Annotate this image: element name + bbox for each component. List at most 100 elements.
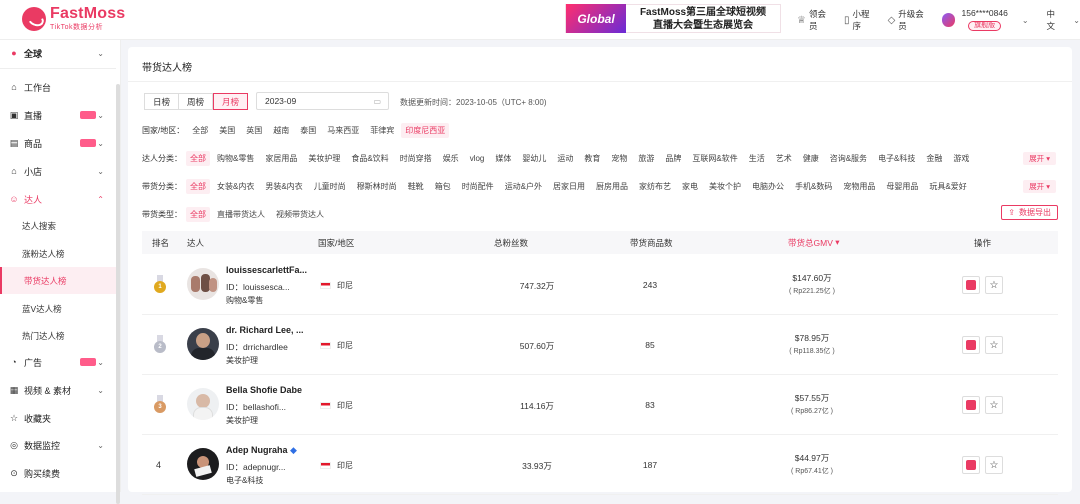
goods-category-option[interactable]: 运动&户外 [501, 179, 546, 194]
goods-category-option[interactable]: 时尚配件 [458, 179, 498, 194]
influencer-category-option[interactable]: 咨询&服务 [826, 151, 871, 166]
goods-category-option[interactable]: 家纺布艺 [635, 179, 675, 194]
influencer-category-option[interactable]: 游戏 [949, 151, 973, 166]
goods-category-option[interactable]: 女装&内衣 [213, 179, 258, 194]
vip-link[interactable]: ♕ 领会员 [797, 8, 834, 32]
col-goods[interactable]: 带货商品数 [630, 231, 673, 254]
logo[interactable]: FastMoss TikTok数据分析 [22, 6, 125, 31]
influencer-category-option[interactable]: 健康 [799, 151, 823, 166]
goods-category-option[interactable]: 家电 [678, 179, 702, 194]
tab-weekly[interactable]: 周榜 [179, 93, 214, 110]
sidebar-sub-search[interactable]: 达人搜索 [0, 212, 116, 239]
mini-program-link[interactable]: ▯ 小程序 [844, 8, 878, 32]
sidebar-item-shop[interactable]: ⌂ 小店 ⌄ [0, 158, 116, 184]
influencer-category-option[interactable]: 旅游 [634, 151, 658, 166]
goods-category-option[interactable]: 电脑办公 [748, 179, 788, 194]
region-option[interactable]: 英国 [242, 123, 266, 138]
goods-category-option[interactable]: 鞋靴 [404, 179, 428, 194]
favorite-button[interactable]: ☆ [985, 276, 1003, 294]
influencer-category-option[interactable]: 时尚穿搭 [396, 151, 436, 166]
goods-category-option[interactable]: 厨房用品 [592, 179, 632, 194]
table-row[interactable]: 4 Adep Nugraha ◆ ID：adepnugr... 电子&科技 印尼… [142, 435, 1058, 495]
sidebar-item-goods[interactable]: ▤ 商品 ⌄ [0, 130, 116, 156]
avatar[interactable] [187, 268, 219, 300]
sidebar-item-ads[interactable]: ◔ 广告 ⌄ [0, 349, 116, 375]
sales-type-option-selected[interactable]: 全部 [186, 207, 210, 222]
month-picker[interactable]: 2023-09 ▭ [256, 92, 389, 110]
contact-button[interactable] [962, 276, 980, 294]
avatar[interactable] [187, 328, 219, 360]
goods-category-option[interactable]: 母婴用品 [882, 179, 922, 194]
influencer-category-option[interactable]: 购物&零售 [213, 151, 258, 166]
language-select[interactable]: 中文 [1047, 8, 1064, 32]
col-gmv[interactable]: 带货总GMV ▾ [788, 231, 840, 254]
contact-button[interactable] [962, 456, 980, 474]
user-chevron-down-icon[interactable]: ⌄ [1022, 16, 1029, 25]
influencer-category-option[interactable]: 娱乐 [439, 151, 463, 166]
influencer-name[interactable]: Bella Shofie Dabe [226, 385, 302, 395]
tab-monthly[interactable]: 月榜 [213, 93, 249, 110]
influencer-category-option-selected[interactable]: 全部 [186, 151, 210, 166]
sidebar-item-workbench[interactable]: ⌂ 工作台 [0, 74, 116, 100]
goods-category-option[interactable]: 男装&内衣 [261, 179, 306, 194]
influencer-category-option[interactable]: 金融 [922, 151, 946, 166]
influencer-category-option[interactable]: 家居用品 [261, 151, 301, 166]
goods-category-option[interactable]: 儿童时尚 [310, 179, 350, 194]
contact-button[interactable] [962, 396, 980, 414]
language-chevron-down-icon[interactable]: ⌄ [1073, 16, 1080, 25]
influencer-category-option[interactable]: 生活 [745, 151, 769, 166]
sidebar-item-live[interactable]: ▣ 直播 ⌄ [0, 102, 116, 128]
user-avatar[interactable] [941, 13, 956, 27]
goods-category-option[interactable]: 玩具&爱好 [925, 179, 970, 194]
goods-category-option[interactable]: 宠物用品 [839, 179, 879, 194]
sidebar-region-select[interactable]: ● 全球 ⌄ [0, 40, 116, 66]
favorite-button[interactable]: ☆ [985, 456, 1003, 474]
region-option[interactable]: 泰国 [296, 123, 320, 138]
goods-category-option[interactable]: 箱包 [431, 179, 455, 194]
goods-category-option[interactable]: 美妆个护 [705, 179, 745, 194]
expand-influencer-button[interactable]: 展开 ▾ [1023, 152, 1056, 165]
sidebar-item-purchase[interactable]: ⊙ 购买续费 [0, 460, 116, 486]
export-button[interactable]: ⇪ 数据导出 [1001, 205, 1058, 220]
influencer-category-option[interactable]: 运动 [553, 151, 577, 166]
sidebar-sub-sales-rank[interactable]: 带货达人榜 [0, 267, 116, 294]
tab-daily[interactable]: 日榜 [144, 93, 180, 110]
sidebar-sub-bluev[interactable]: 蓝V达人榜 [0, 295, 116, 322]
favorite-button[interactable]: ☆ [985, 396, 1003, 414]
col-fans[interactable]: 总粉丝数 [494, 231, 528, 254]
upgrade-link[interactable]: ◇ 升级会员 [888, 8, 932, 32]
goods-category-option[interactable]: 穆斯林时尚 [353, 179, 401, 194]
sidebar-item-monitor[interactable]: ◎ 数据监控 ⌄ [0, 432, 116, 458]
influencer-category-option[interactable]: 互联网&软件 [688, 151, 741, 166]
table-row[interactable]: 3 Bella Shofie Dabe ID：bellashofi... 美妆护… [142, 375, 1058, 435]
expand-goods-button[interactable]: 展开 ▾ [1023, 180, 1056, 193]
influencer-category-option[interactable]: 美妆护理 [304, 151, 344, 166]
avatar[interactable] [187, 388, 219, 420]
region-option-selected[interactable]: 印度尼西亚 [401, 123, 450, 138]
region-option[interactable]: 马来西亚 [323, 123, 363, 138]
influencer-category-option[interactable]: 婴幼儿 [518, 151, 550, 166]
influencer-category-option[interactable]: 艺术 [772, 151, 796, 166]
table-row[interactable]: 1 louissescarlettFa... ID：louissesca... … [142, 255, 1058, 315]
influencer-name[interactable]: dr. Richard Lee, ... [226, 325, 304, 335]
region-option[interactable]: 美国 [215, 123, 239, 138]
goods-category-option[interactable]: 手机&数码 [791, 179, 836, 194]
influencer-name[interactable]: Adep Nugraha ◆ [226, 445, 297, 456]
goods-category-option-selected[interactable]: 全部 [186, 179, 210, 194]
avatar[interactable] [187, 448, 219, 480]
influencer-category-option[interactable]: 宠物 [607, 151, 631, 166]
sidebar-item-video[interactable]: ▦ 视频 & 素材 ⌄ [0, 377, 116, 403]
favorite-button[interactable]: ☆ [985, 336, 1003, 354]
sidebar-scrollbar[interactable] [116, 84, 120, 504]
user-info[interactable]: 156****0846 旗舰版 [961, 9, 1008, 31]
influencer-name[interactable]: louissescarlettFa... [226, 265, 307, 275]
region-option[interactable]: 菲律宾 [366, 123, 398, 138]
promo-banner[interactable]: Global FastMoss第三届全球短视频 直播大会暨生态展览会 [565, 4, 781, 33]
sales-type-option[interactable]: 视频带货达人 [272, 207, 328, 222]
influencer-category-option[interactable]: vlog [466, 152, 489, 165]
region-option[interactable]: 全部 [188, 123, 212, 138]
region-option[interactable]: 越南 [269, 123, 293, 138]
sidebar-item-favorites[interactable]: ☆ 收藏夹 [0, 405, 116, 431]
influencer-category-option[interactable]: 食品&饮料 [347, 151, 392, 166]
influencer-category-option[interactable]: 品牌 [661, 151, 685, 166]
